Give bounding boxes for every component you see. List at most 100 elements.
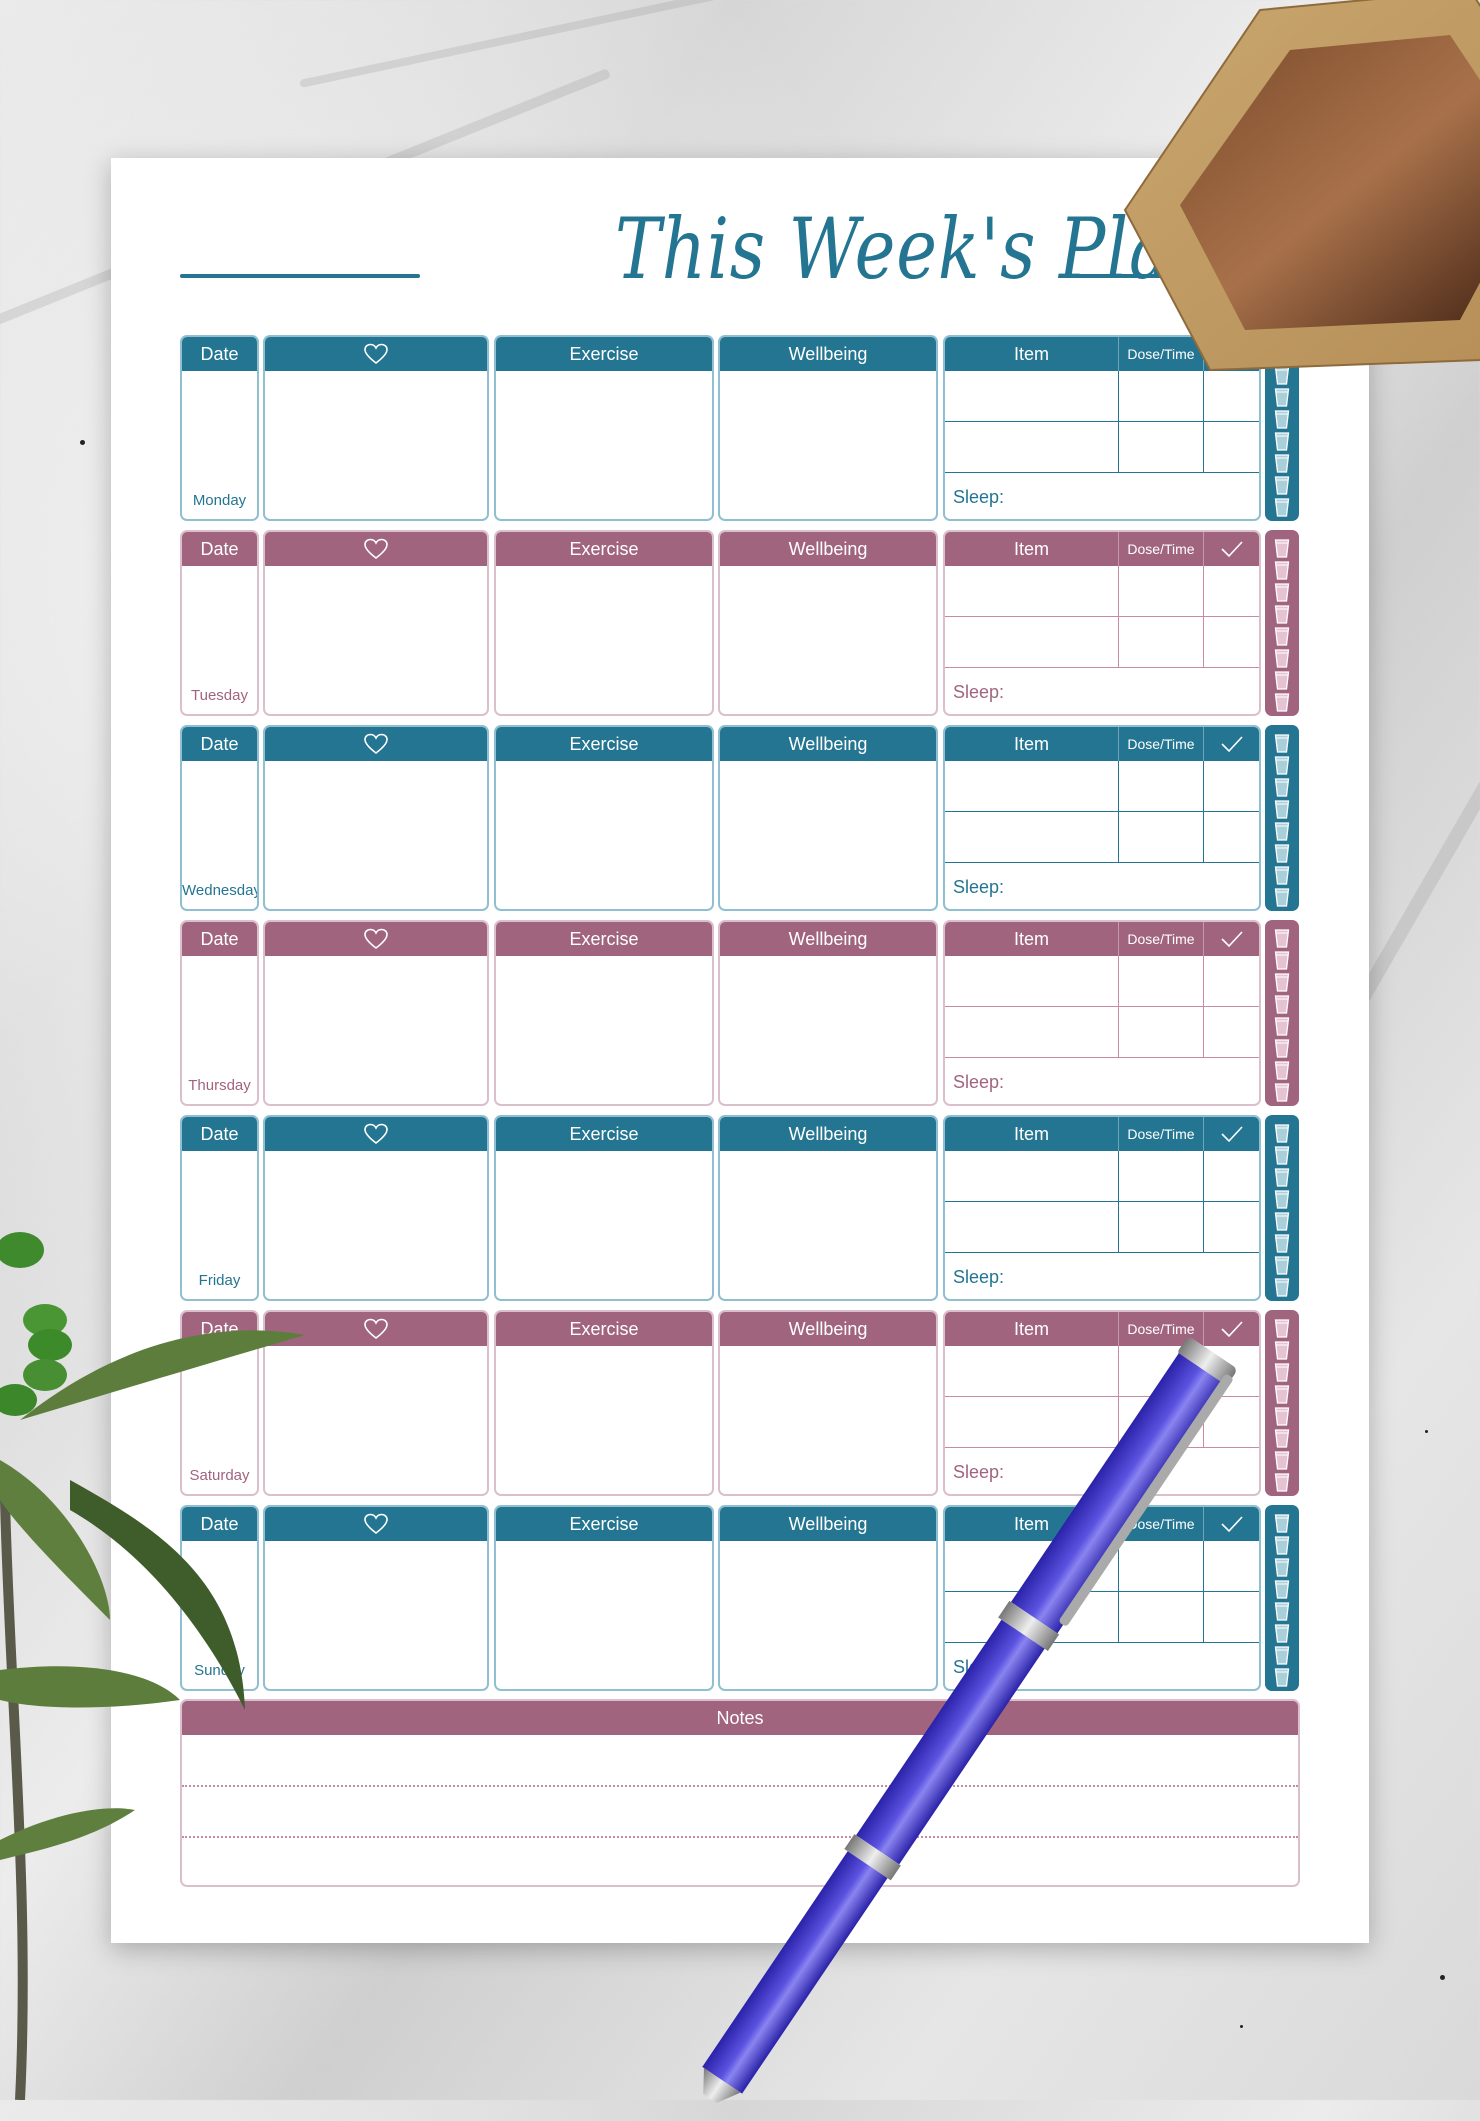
water-glass-icon[interactable]	[1274, 498, 1290, 517]
taken-check-cell[interactable]	[1204, 1007, 1259, 1057]
water-glass-icon[interactable]	[1274, 583, 1290, 602]
wellbeing-box[interactable]: Wellbeing	[718, 1115, 938, 1301]
exercise-box[interactable]: Exercise	[494, 335, 714, 521]
water-glass-icon[interactable]	[1274, 1278, 1290, 1297]
item-cell[interactable]	[945, 1007, 1119, 1057]
dose-time-cell[interactable]	[1119, 1541, 1204, 1591]
dose-time-cell[interactable]	[1119, 1007, 1204, 1057]
wellbeing-box[interactable]: Wellbeing	[718, 335, 938, 521]
medication-row[interactable]	[945, 1202, 1259, 1253]
water-glass-icon[interactable]	[1274, 476, 1290, 495]
water-glass-icon[interactable]	[1274, 1017, 1290, 1036]
water-glass-icon[interactable]	[1274, 605, 1290, 624]
water-glass-icon[interactable]	[1274, 951, 1290, 970]
water-glass-icon[interactable]	[1274, 929, 1290, 948]
notes-section[interactable]: Notes	[180, 1699, 1300, 1887]
dose-time-cell[interactable]	[1119, 1202, 1204, 1252]
taken-check-cell[interactable]	[1204, 1592, 1259, 1642]
water-glass-icon[interactable]	[1274, 1668, 1290, 1687]
water-glass-icon[interactable]	[1274, 1536, 1290, 1555]
mood-box[interactable]	[263, 335, 489, 521]
exercise-box[interactable]: Exercise	[494, 530, 714, 716]
date-box[interactable]: Date Wednesday	[180, 725, 259, 911]
sleep-label[interactable]: Sleep:	[945, 473, 1259, 508]
dose-time-cell[interactable]	[1119, 1592, 1204, 1642]
water-glass-icon[interactable]	[1274, 671, 1290, 690]
sleep-label[interactable]: Sleep:	[945, 1058, 1259, 1093]
taken-check-cell[interactable]	[1204, 812, 1259, 862]
taken-check-cell[interactable]	[1204, 617, 1259, 667]
exercise-box[interactable]: Exercise	[494, 1505, 714, 1691]
water-glass-icon[interactable]	[1274, 888, 1290, 907]
water-glass-icon[interactable]	[1274, 627, 1290, 646]
water-glass-icon[interactable]	[1274, 1234, 1290, 1253]
item-cell[interactable]	[945, 956, 1119, 1006]
dose-time-cell[interactable]	[1119, 812, 1204, 862]
water-glass-icon[interactable]	[1274, 649, 1290, 668]
water-glass-icon[interactable]	[1274, 539, 1290, 558]
medication-row[interactable]	[945, 1007, 1259, 1058]
wellbeing-box[interactable]: Wellbeing	[718, 530, 938, 716]
date-box[interactable]: Date Tuesday	[180, 530, 259, 716]
taken-check-cell[interactable]	[1204, 566, 1259, 616]
medication-row[interactable]	[945, 617, 1259, 668]
water-glass-icon[interactable]	[1274, 1124, 1290, 1143]
medication-row[interactable]	[945, 761, 1259, 812]
water-glass-icon[interactable]	[1274, 1385, 1290, 1404]
water-glass-icon[interactable]	[1274, 756, 1290, 775]
water-glass-icon[interactable]	[1274, 1473, 1290, 1492]
medication-row[interactable]	[945, 812, 1259, 863]
water-glass-icon[interactable]	[1274, 1168, 1290, 1187]
water-glass-icon[interactable]	[1274, 734, 1290, 753]
wellbeing-box[interactable]: Wellbeing	[718, 725, 938, 911]
taken-check-cell[interactable]	[1204, 1151, 1259, 1201]
item-cell[interactable]	[945, 371, 1119, 421]
taken-check-cell[interactable]	[1204, 761, 1259, 811]
water-glass-icon[interactable]	[1274, 1407, 1290, 1426]
water-glass-icon[interactable]	[1274, 432, 1290, 451]
taken-check-cell[interactable]	[1204, 1202, 1259, 1252]
water-glass-icon[interactable]	[1274, 1451, 1290, 1470]
water-glass-icon[interactable]	[1274, 1602, 1290, 1621]
water-glass-icon[interactable]	[1274, 1558, 1290, 1577]
date-box[interactable]: Date Monday	[180, 335, 259, 521]
dose-time-cell[interactable]	[1119, 761, 1204, 811]
dose-time-cell[interactable]	[1119, 617, 1204, 667]
exercise-box[interactable]: Exercise	[494, 725, 714, 911]
water-glass-icon[interactable]	[1274, 800, 1290, 819]
water-glass-icon[interactable]	[1274, 1256, 1290, 1275]
mood-box[interactable]	[263, 920, 489, 1106]
water-glass-icon[interactable]	[1274, 1061, 1290, 1080]
item-cell[interactable]	[945, 1202, 1119, 1252]
mood-box[interactable]	[263, 530, 489, 716]
water-glass-icon[interactable]	[1274, 1429, 1290, 1448]
water-glass-icon[interactable]	[1274, 693, 1290, 712]
wellbeing-box[interactable]: Wellbeing	[718, 1310, 938, 1496]
water-glass-icon[interactable]	[1274, 1363, 1290, 1382]
water-glass-icon[interactable]	[1274, 1646, 1290, 1665]
water-glass-icon[interactable]	[1274, 778, 1290, 797]
wellbeing-box[interactable]: Wellbeing	[718, 920, 938, 1106]
wellbeing-box[interactable]: Wellbeing	[718, 1505, 938, 1691]
item-cell[interactable]	[945, 566, 1119, 616]
item-cell[interactable]	[945, 422, 1119, 472]
water-glass-icon[interactable]	[1274, 1146, 1290, 1165]
water-glass-icon[interactable]	[1274, 1341, 1290, 1360]
taken-check-cell[interactable]	[1204, 1541, 1259, 1591]
water-glass-icon[interactable]	[1274, 1212, 1290, 1231]
item-cell[interactable]	[945, 1397, 1119, 1447]
water-glass-icon[interactable]	[1274, 973, 1290, 992]
medication-row[interactable]	[945, 422, 1259, 473]
water-glass-icon[interactable]	[1274, 866, 1290, 885]
sleep-label[interactable]: Sleep:	[945, 863, 1259, 898]
item-cell[interactable]	[945, 812, 1119, 862]
medication-row[interactable]	[945, 1151, 1259, 1202]
water-glass-icon[interactable]	[1274, 1190, 1290, 1209]
water-glass-icon[interactable]	[1274, 995, 1290, 1014]
water-glass-icon[interactable]	[1274, 1083, 1290, 1102]
medication-row[interactable]	[945, 956, 1259, 1007]
dose-time-cell[interactable]	[1119, 566, 1204, 616]
item-cell[interactable]	[945, 761, 1119, 811]
date-box[interactable]: Date Thursday	[180, 920, 259, 1106]
item-cell[interactable]	[945, 1346, 1119, 1396]
